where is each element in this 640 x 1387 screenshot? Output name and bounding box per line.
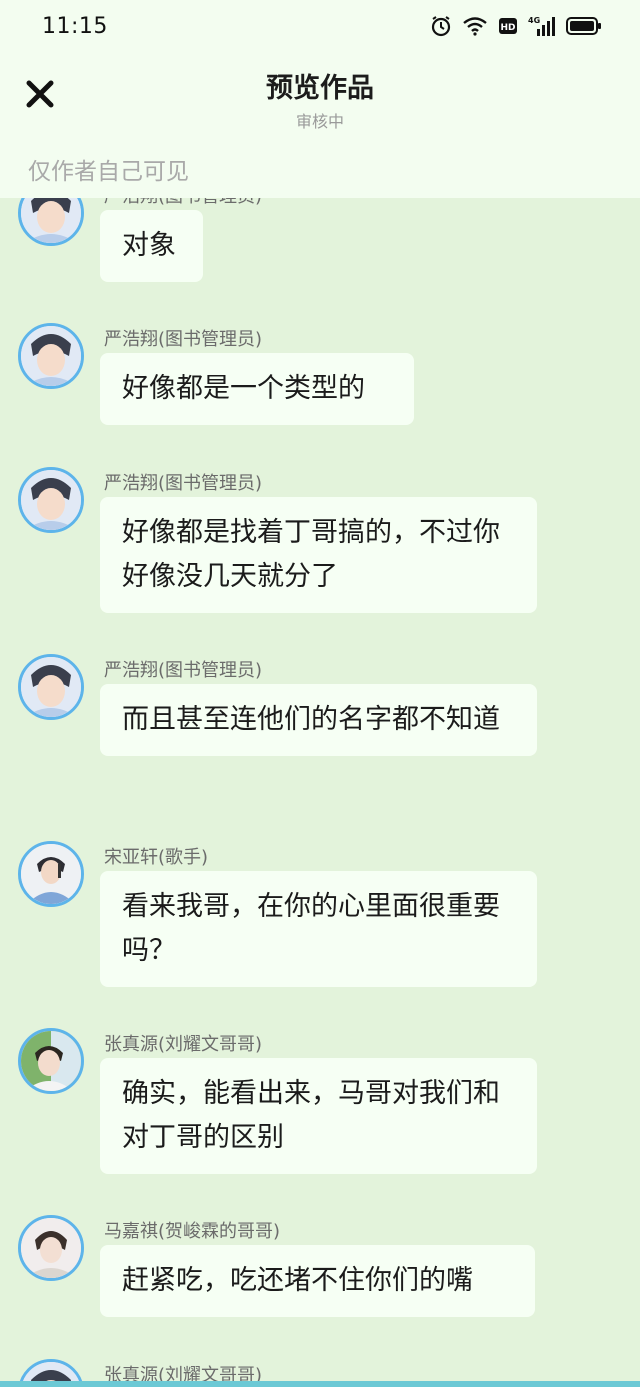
message-bubble: 赶紧吃，吃还堵不住你们的嘴 (100, 1245, 535, 1317)
chat-feed[interactable]: 严浩翔(图书管理员) 对象 严浩翔(图书管理员) 好像都是一个类型的 严浩翔(图… (0, 198, 640, 1387)
signal-icon: 4G (528, 15, 556, 41)
wifi-icon (462, 16, 488, 40)
avatar[interactable] (18, 1215, 84, 1281)
alarm-icon (430, 15, 452, 41)
bottom-indicator (0, 1381, 640, 1387)
top-bar: 11:15 HD 4G 预览作品 审核中 仅作者自己可见 (0, 0, 640, 198)
page-title: 预览作品 (266, 73, 374, 104)
sender-name: 严浩翔(图书管理员) (104, 329, 263, 350)
sender-name: 严浩翔(图书管理员) (104, 198, 262, 208)
avatar[interactable] (18, 1028, 84, 1094)
avatar[interactable] (18, 841, 84, 907)
sender-name: 严浩翔(图书管理员) (104, 660, 263, 681)
battery-icon (566, 16, 602, 40)
avatar[interactable] (18, 654, 84, 720)
message-bubble: 确实，能看出来，马哥对我们和对丁哥的区别 (100, 1058, 537, 1174)
sender-name: 严浩翔(图书管理员) (104, 473, 263, 494)
message-bubble: 好像都是找着丁哥搞的，不过你好像没几天就分了 (100, 497, 537, 613)
review-status: 审核中 (295, 112, 344, 131)
visibility-notice: 仅作者自己可见 (28, 159, 189, 185)
status-icons: HD 4G (430, 14, 602, 42)
svg-text:4G: 4G (528, 16, 540, 25)
sender-name: 张真源(刘耀文哥哥) (104, 1034, 263, 1055)
message-bubble: 对象 (100, 210, 203, 282)
sender-name: 宋亚轩(歌手) (104, 847, 209, 868)
hd-icon: HD (498, 16, 518, 40)
message-bubble: 而且甚至连他们的名字都不知道 (100, 684, 537, 756)
status-bar: 11:15 HD 4G (0, 0, 640, 56)
avatar[interactable] (18, 467, 84, 533)
svg-text:HD: HD (500, 23, 515, 33)
avatar[interactable] (18, 198, 84, 246)
message-bubble: 看来我哥，在你的心里面很重要吗？ (100, 871, 537, 987)
avatar[interactable] (18, 323, 84, 389)
message-bubble: 好像都是一个类型的 (100, 353, 414, 425)
sender-name: 马嘉祺(贺峻霖的哥哥) (104, 1221, 281, 1242)
status-time: 11:15 (42, 14, 108, 39)
